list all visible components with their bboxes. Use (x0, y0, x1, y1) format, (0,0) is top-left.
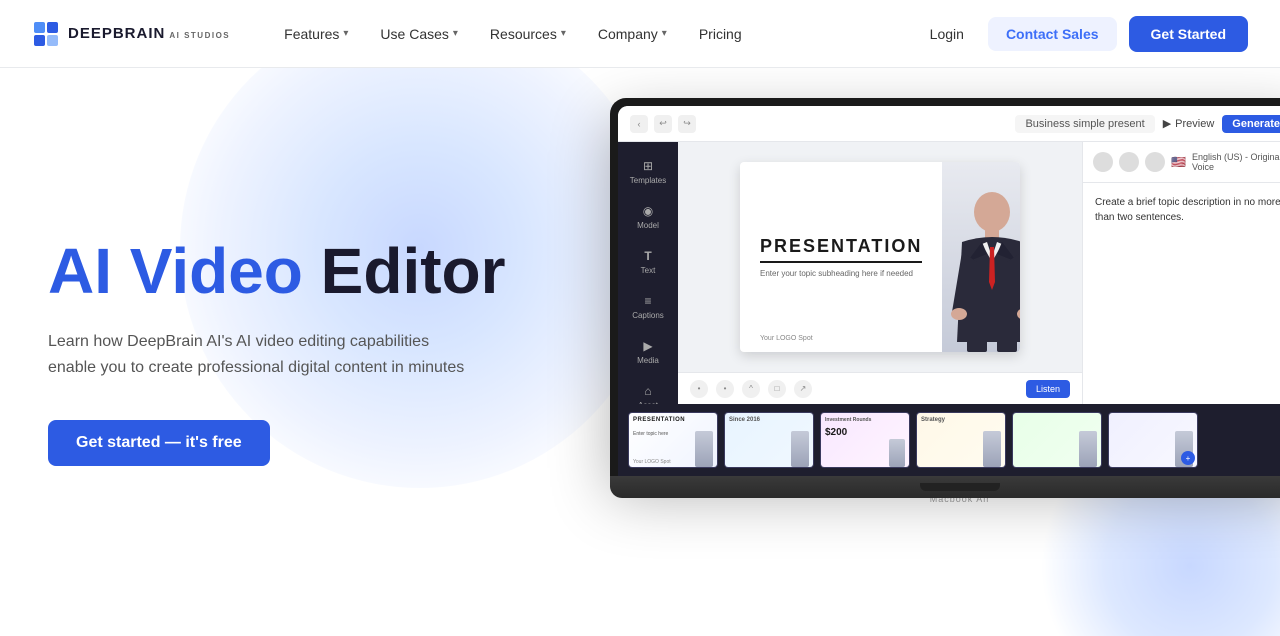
get-started-nav-button[interactable]: Get Started (1129, 16, 1248, 52)
person-thumb-5 (1079, 431, 1097, 467)
sidebar-tool-model[interactable]: ◉ Model (622, 195, 674, 238)
slide-logo: Your LOGO Spot (760, 335, 813, 342)
hero-section: AI Video Editor Learn how DeepBrain AI's… (0, 68, 1280, 636)
filmstrip-thumb-1[interactable]: PRESENTATION Enter topic here Your LOGO … (628, 412, 718, 468)
app-right-panel: 🇺🇸 English (US) - Original Voice Create … (1082, 142, 1280, 404)
toolbar-action-4[interactable]: □ (768, 380, 786, 398)
sidebar-tool-media[interactable]: ▶ Media (622, 330, 674, 373)
listen-button[interactable]: Listen (1026, 380, 1070, 398)
app-body: ⊞ Templates ◉ Model T Text (618, 142, 1280, 404)
asset-icon: ⌂ (640, 383, 656, 399)
back-button[interactable]: ‹ (630, 115, 648, 133)
preview-button[interactable]: ▶ Preview (1163, 117, 1215, 130)
play-icon: ▶ (1163, 117, 1171, 130)
sidebar-tool-text[interactable]: T Text (622, 240, 674, 283)
nav-features[interactable]: Features ▾ (270, 18, 362, 50)
laptop-screen-inner: ‹ ↩ ↪ Business simple present ▶ Preview … (618, 106, 1280, 476)
toolbar-action-5[interactable]: ↗ (794, 380, 812, 398)
voice-avatar (1093, 152, 1113, 172)
redo-button[interactable]: ↪ (678, 115, 696, 133)
app-canvas: PRESENTATION Enter your topic subheading… (678, 142, 1082, 404)
add-slide-icon[interactable]: + (1181, 451, 1195, 465)
sidebar-tool-captions[interactable]: ≡ Captions (622, 285, 674, 328)
filmstrip: PRESENTATION Enter topic here Your LOGO … (618, 404, 1280, 476)
slide-subtitle: Enter your topic subheading here if need… (760, 269, 922, 278)
nav-company[interactable]: Company ▾ (584, 18, 681, 50)
slide-card: PRESENTATION Enter your topic subheading… (740, 162, 1020, 352)
logo[interactable]: DEEPBRAIN AI STUDIOS (32, 20, 230, 48)
hero-title: AI Video Editor (48, 238, 580, 305)
filmstrip-thumb-5[interactable] (1012, 412, 1102, 468)
slide-avatar (942, 162, 1020, 352)
chevron-down-icon: ▾ (453, 28, 458, 39)
toolbar-action-3[interactable]: ^ (742, 380, 760, 398)
hero-content: AI Video Editor Learn how DeepBrain AI's… (0, 68, 580, 636)
filmstrip-thumb-6[interactable]: + (1108, 412, 1198, 468)
hero-subtitle: Learn how DeepBrain AI's AI video editin… (48, 329, 468, 380)
captions-icon: ≡ (640, 293, 656, 309)
app-topbar-left: ‹ ↩ ↪ (630, 115, 696, 133)
slide-title: PRESENTATION (760, 236, 922, 263)
generate-button[interactable]: Generate (1222, 115, 1280, 133)
app-topbar: ‹ ↩ ↪ Business simple present ▶ Preview … (618, 106, 1280, 142)
project-name: Business simple present (1015, 115, 1154, 133)
person-thumb-2 (791, 431, 809, 467)
nav-pricing[interactable]: Pricing (685, 18, 756, 50)
right-panel-body: Create a brief topic description in no m… (1083, 183, 1280, 404)
logo-sub-text: AI STUDIOS (169, 31, 230, 40)
toolbar-action-1[interactable]: • (690, 380, 708, 398)
right-panel-voice-selector[interactable]: 🇺🇸 English (US) - Original Voice (1083, 142, 1280, 183)
person-silhouette (947, 182, 1020, 352)
nav-use-cases[interactable]: Use Cases ▾ (366, 18, 472, 50)
model-icon: ◉ (640, 203, 656, 219)
logo-text-group: DEEPBRAIN AI STUDIOS (68, 25, 230, 42)
laptop-screen-outer: ‹ ↩ ↪ Business simple present ▶ Preview … (610, 98, 1280, 476)
laptop-base (610, 476, 1280, 498)
app-topbar-center: Business simple present ▶ Preview Genera… (704, 115, 1280, 133)
filmstrip-thumb-2[interactable]: Since 2016 (724, 412, 814, 468)
chevron-down-icon: ▾ (343, 28, 348, 39)
media-icon: ▶ (640, 338, 656, 354)
prompt-text: Create a brief topic description in no m… (1095, 195, 1280, 225)
text-icon: T (640, 248, 656, 264)
hero-cta-button[interactable]: Get started — it's free (48, 420, 270, 466)
laptop-mockup: ‹ ↩ ↪ Business simple present ▶ Preview … (610, 98, 1280, 504)
app-sidebar: ⊞ Templates ◉ Model T Text (618, 142, 678, 404)
nav-links: Features ▾ Use Cases ▾ Resources ▾ Compa… (270, 18, 918, 50)
chevron-down-icon: ▾ (662, 28, 667, 39)
laptop-bottom (610, 476, 1280, 490)
login-button[interactable]: Login (918, 18, 976, 50)
logo-main-text: DEEPBRAIN (68, 25, 165, 42)
person-thumb-1 (695, 431, 713, 467)
sidebar-tool-asset[interactable]: ⌂ Asset (622, 375, 674, 404)
nav-actions: Login Contact Sales Get Started (918, 16, 1248, 52)
voice-label: English (US) - Original Voice (1192, 152, 1280, 172)
undo-button[interactable]: ↩ (654, 115, 672, 133)
contact-sales-button[interactable]: Contact Sales (988, 17, 1117, 51)
voice-avatar-3 (1145, 152, 1165, 172)
person-thumb-4 (983, 431, 1001, 467)
templates-icon: ⊞ (640, 158, 656, 174)
flag-us-icon: 🇺🇸 (1171, 155, 1186, 169)
nav-resources[interactable]: Resources ▾ (476, 18, 580, 50)
logo-icon (32, 20, 60, 48)
voice-avatar-2 (1119, 152, 1139, 172)
laptop-wrapper: ‹ ↩ ↪ Business simple present ▶ Preview … (610, 98, 1280, 504)
canvas-content: PRESENTATION Enter your topic subheading… (678, 142, 1082, 372)
sidebar-tool-templates[interactable]: ⊞ Templates (622, 150, 674, 193)
toolbar-action-2[interactable]: • (716, 380, 734, 398)
slide-text-area: PRESENTATION Enter your topic subheading… (740, 216, 942, 298)
navbar: DEEPBRAIN AI STUDIOS Features ▾ Use Case… (0, 0, 1280, 68)
chevron-down-icon: ▾ (561, 28, 566, 39)
laptop-notch (920, 483, 1000, 491)
filmstrip-thumb-4[interactable]: Strategy (916, 412, 1006, 468)
canvas-toolbar: • • ^ □ ↗ Listen (678, 372, 1082, 404)
filmstrip-thumb-3[interactable]: Investment Rounds $200 (820, 412, 910, 468)
